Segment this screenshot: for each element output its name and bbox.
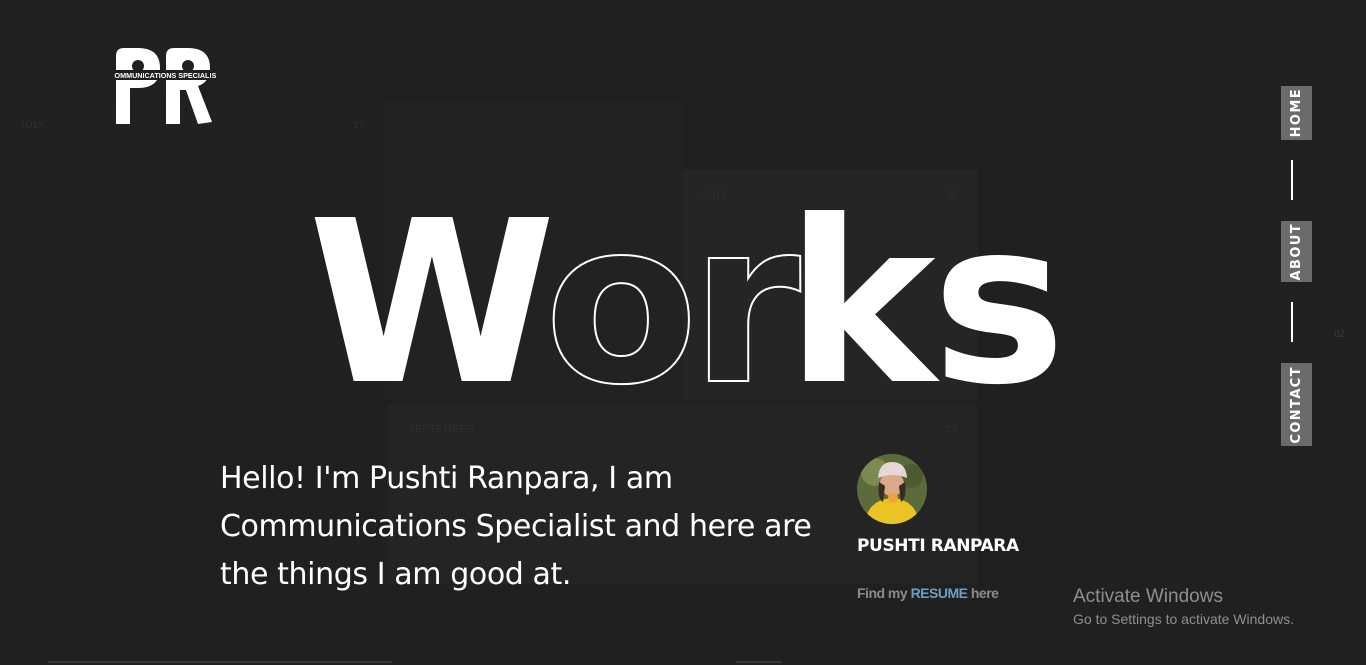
page: JULY 17 JULY 30 SEPTEMBER 14 02 COMMUNIC… [0,0,1366,665]
resume-link[interactable]: RESUME [911,585,968,601]
nav-divider [1291,160,1293,200]
card-day: 17 [352,120,365,131]
hero-letter-o: o [544,185,699,400]
windows-activation-watermark: Activate Windows Go to Settings to activ… [1073,586,1294,630]
nav-home-label: HOME [1289,88,1304,138]
background-card [1080,290,1366,580]
works-heading: W o r k s [308,185,1068,400]
card-month: SEPTEMBER [408,424,475,435]
watermark-subtitle: Go to Settings to activate Windows. [1073,611,1294,627]
nav-about-label: ABOUT [1289,222,1304,281]
hero-letter-w: W [308,185,556,400]
divider [736,661,782,663]
hero-letter-s: s [932,185,1066,400]
side-number: 02 [1334,329,1346,340]
watermark-title: Activate Windows [1073,586,1223,607]
resume-line: Find my RESUME here [857,585,999,601]
nav-contact-label: CONTACT [1289,365,1304,444]
avatar [857,454,927,524]
nav-contact[interactable]: CONTACT [1281,363,1312,446]
hero-letter-k: k [786,185,940,400]
intro-text: Hello! I'm Pushti Ranpara, I am Communic… [220,461,812,592]
logo-tagline: COMMUNICATIONS SPECIALIST [114,71,216,80]
card-month: JULY [20,120,46,131]
card-day: 14 [945,424,958,435]
resume-prefix: Find my [857,585,911,601]
hero-letter-r: r [690,185,801,400]
nav-about[interactable]: ABOUT [1281,221,1312,282]
profile-name: PUSHTI RANPARA [857,536,1019,556]
nav-divider [1291,302,1293,342]
pr-logo[interactable]: COMMUNICATIONS SPECIALIST [109,46,221,126]
nav-home[interactable]: HOME [1281,86,1312,140]
divider [48,661,392,663]
resume-suffix: here [967,585,999,601]
pr-logo-mark: COMMUNICATIONS SPECIALIST [109,48,221,124]
